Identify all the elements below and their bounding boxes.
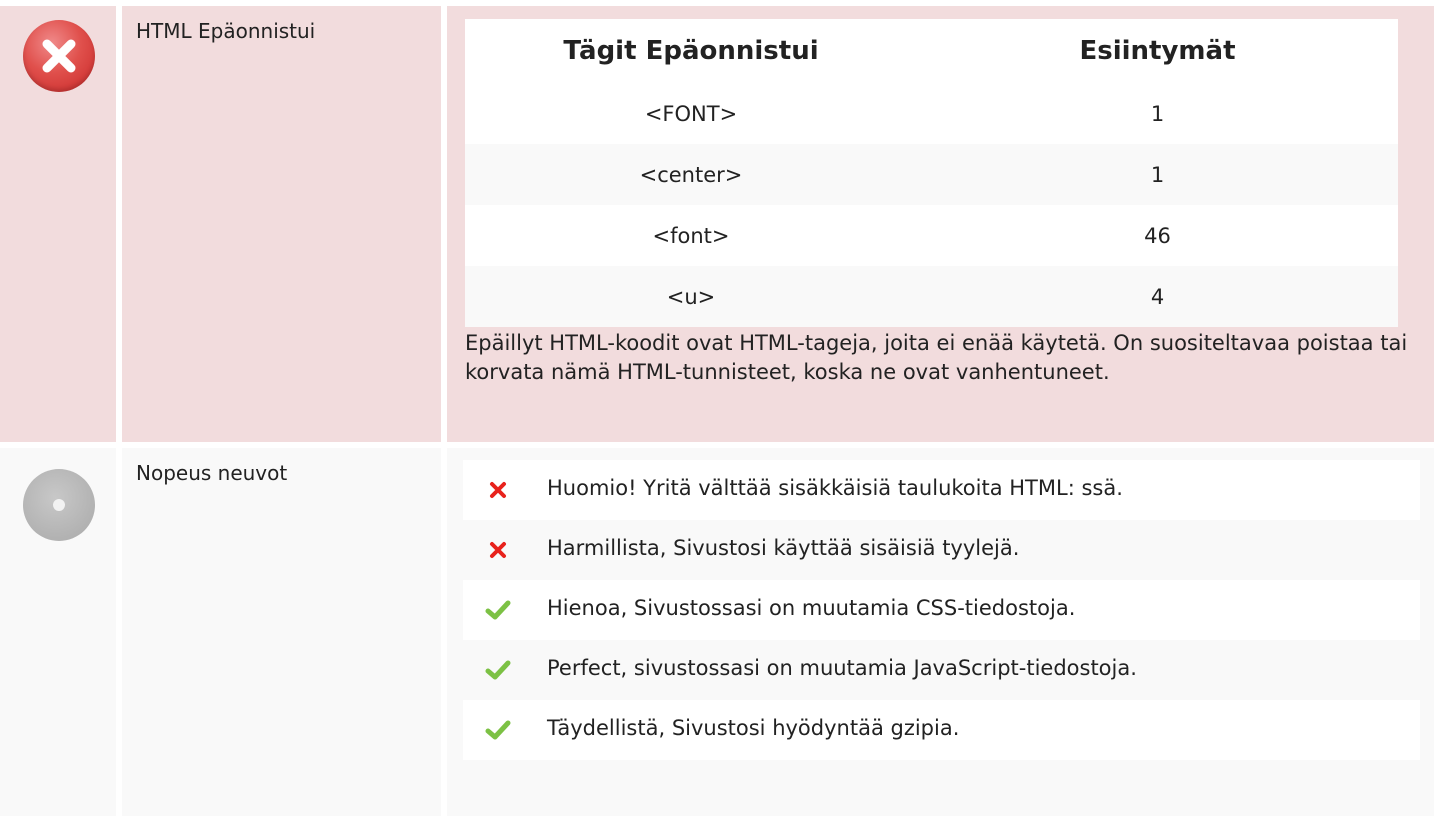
row-label: Nopeus neuvot bbox=[136, 461, 288, 485]
row-content-cell: Huomio! Yritä välttää sisäkkäisiä tauluk… bbox=[447, 448, 1434, 816]
table-row: <FONT> 1 bbox=[465, 83, 1398, 144]
list-item: Hienoa, Sivustossasi on muutamia CSS-tie… bbox=[463, 580, 1420, 640]
list-item: Harmillista, Sivustosi käyttää sisäisiä … bbox=[463, 520, 1420, 580]
speed-tips-list: Huomio! Yritä välttää sisäkkäisiä tauluk… bbox=[463, 460, 1420, 760]
red-x-icon bbox=[485, 477, 511, 503]
count-cell: 4 bbox=[917, 266, 1398, 327]
tip-text: Täydellistä, Sivustosi hyödyntää gzipia. bbox=[547, 716, 960, 740]
table-header-occurrences: Esiintymät bbox=[917, 19, 1398, 83]
count-cell: 46 bbox=[917, 205, 1398, 266]
neutral-dot-icon bbox=[53, 499, 65, 511]
html-failed-row: HTML Epäonnistui Tägit Epäonnistui Esiin… bbox=[0, 0, 1451, 442]
count-cell: 1 bbox=[917, 83, 1398, 144]
green-check-icon bbox=[485, 657, 511, 683]
speed-tips-row: Nopeus neuvot Huomio! Yritä välttää sisä… bbox=[0, 442, 1451, 816]
row-label-cell: Nopeus neuvot bbox=[122, 448, 441, 816]
row-content-cell: Tägit Epäonnistui Esiintymät <FONT> 1 <c… bbox=[447, 6, 1434, 442]
tag-cell: <font> bbox=[465, 205, 917, 266]
row-label: HTML Epäonnistui bbox=[136, 19, 316, 43]
description-text: Epäillyt HTML-koodit ovat HTML-tageja, j… bbox=[465, 331, 1408, 384]
table-row: <u> 4 bbox=[465, 266, 1398, 327]
tip-text: Perfect, sivustossasi on muutamia JavaSc… bbox=[547, 656, 1137, 680]
tag-cell: <FONT> bbox=[465, 83, 917, 144]
green-check-icon bbox=[485, 717, 511, 743]
tag-cell: <u> bbox=[465, 266, 917, 327]
table-row: <font> 46 bbox=[465, 205, 1398, 266]
list-item: Huomio! Yritä välttää sisäkkäisiä tauluk… bbox=[463, 460, 1420, 520]
status-icon-cell bbox=[0, 448, 116, 816]
count-cell: 1 bbox=[917, 144, 1398, 205]
table-header-tags: Tägit Epäonnistui bbox=[465, 19, 917, 83]
failed-tags-table: Tägit Epäonnistui Esiintymät <FONT> 1 <c… bbox=[465, 19, 1398, 327]
tag-cell: <center> bbox=[465, 144, 917, 205]
green-check-icon bbox=[485, 597, 511, 623]
list-item: Perfect, sivustossasi on muutamia JavaSc… bbox=[463, 640, 1420, 700]
tip-text: Hienoa, Sivustossasi on muutamia CSS-tie… bbox=[547, 596, 1076, 620]
red-x-icon bbox=[485, 537, 511, 563]
tip-text: Huomio! Yritä välttää sisäkkäisiä tauluk… bbox=[547, 476, 1123, 500]
neutral-status-icon bbox=[23, 469, 95, 541]
row-label-cell: HTML Epäonnistui bbox=[122, 6, 441, 442]
error-icon bbox=[23, 20, 95, 92]
list-item: Täydellistä, Sivustosi hyödyntää gzipia. bbox=[463, 700, 1420, 760]
status-icon-cell bbox=[0, 6, 116, 442]
tip-text: Harmillista, Sivustosi käyttää sisäisiä … bbox=[547, 536, 1020, 560]
table-row: <center> 1 bbox=[465, 144, 1398, 205]
